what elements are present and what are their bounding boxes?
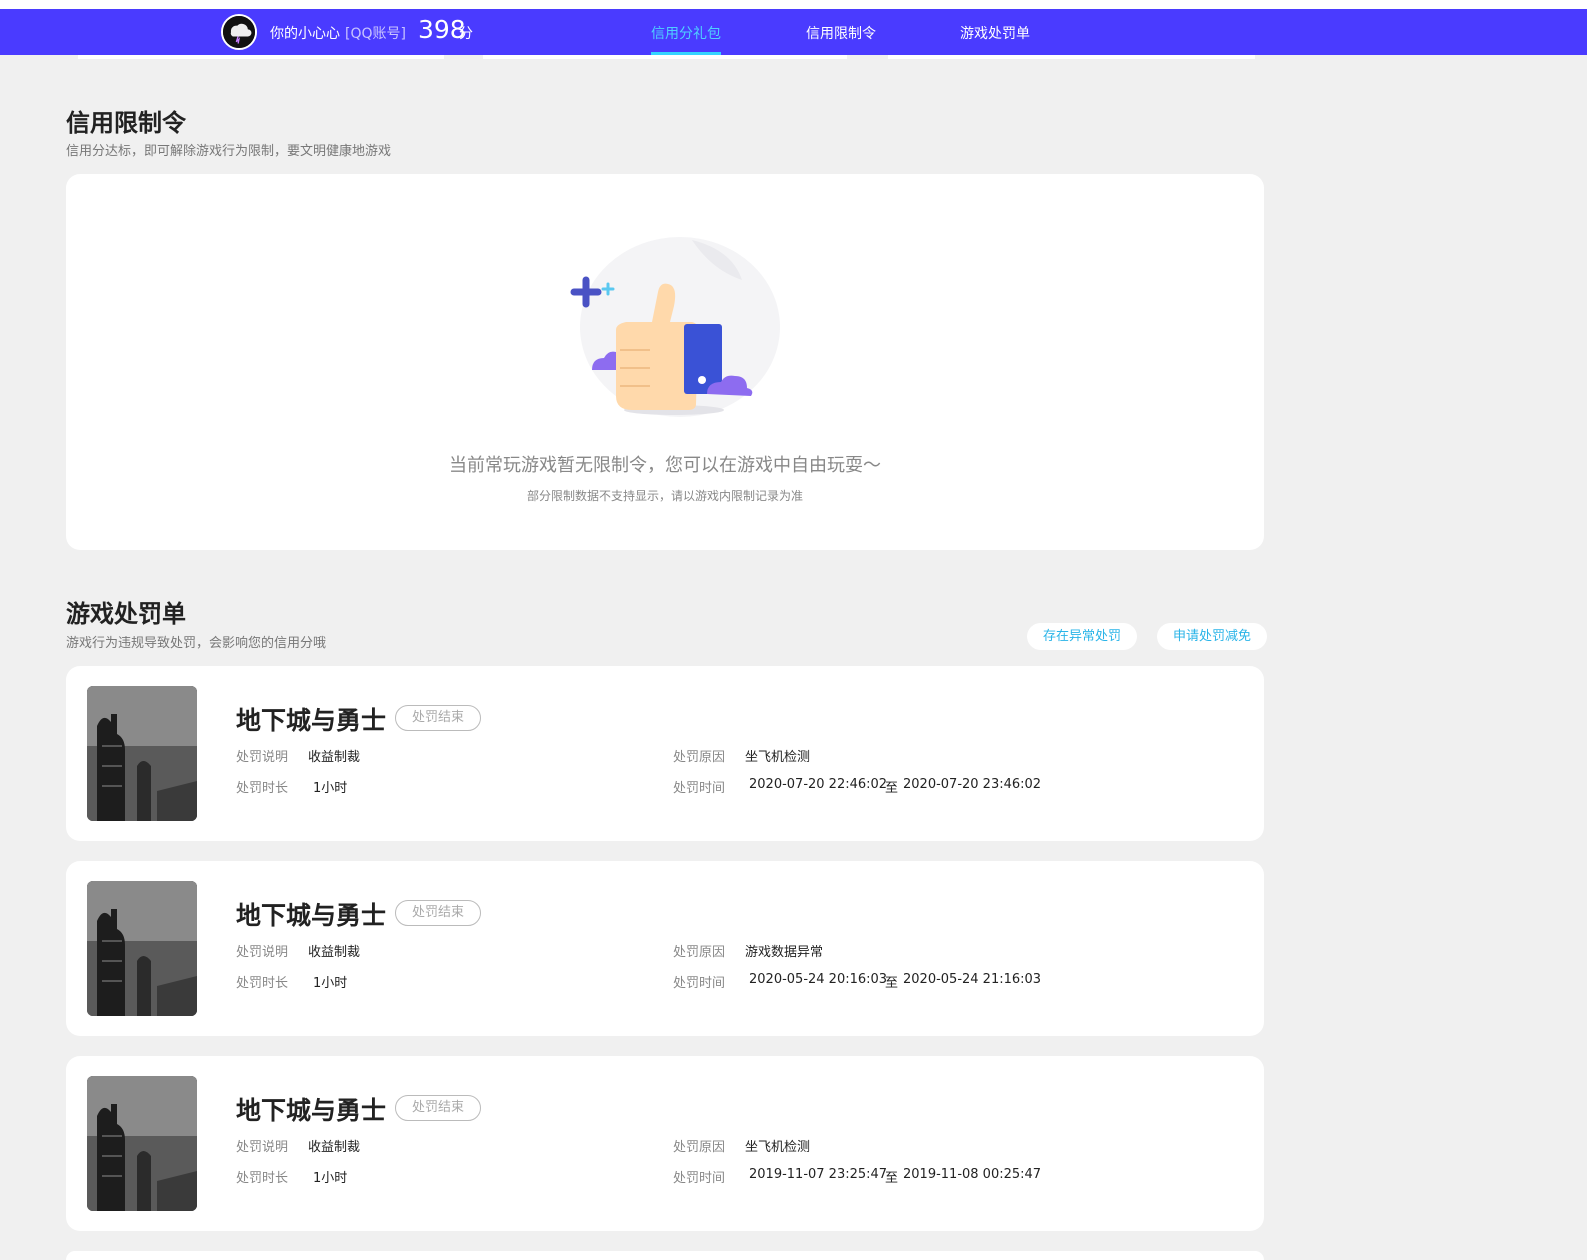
empty-state-note: 部分限制数据不支持显示，请以游戏内限制记录为准	[526, 489, 803, 503]
penalty-desc-label: 处罚说明	[236, 945, 289, 960]
penalty-record-card: 地下城与勇士 处罚结束 处罚说明 收益制裁 处罚时长 1小时 处罚原因 坐飞机检…	[66, 1056, 1264, 1231]
tab-credit-restriction[interactable]: 信用限制令	[806, 23, 876, 43]
penalty-end-time: 2019-11-08 00:25:47	[903, 1167, 1042, 1182]
penalty-start-time: 2020-07-20 22:46:02	[749, 777, 888, 792]
penalty-desc-value: 收益制裁	[308, 945, 361, 960]
penalty-time-separator: 至	[885, 781, 899, 796]
penalty-duration-value: 1小时	[313, 976, 348, 991]
penalty-desc-value: 收益制裁	[308, 1140, 361, 1155]
restriction-title: 信用限制令	[66, 109, 186, 137]
penalty-desc-label: 处罚说明	[236, 1140, 289, 1155]
penalty-record-card: 地下城与勇士 处罚结束 处罚说明 收益制裁 处罚时长 1小时 处罚原因 游戏数据…	[66, 861, 1264, 1036]
penalty-reason-label: 处罚原因	[673, 945, 726, 960]
status-badge: 处罚结束	[395, 1095, 481, 1121]
game-title: 地下城与勇士	[236, 706, 387, 735]
penalty-end-time: 2020-07-20 23:46:02	[903, 777, 1042, 792]
card-strip	[78, 55, 444, 59]
user-nickname: 你的小心心	[270, 26, 340, 42]
penalty-desc-label: 处罚说明	[236, 750, 289, 765]
restriction-subtitle: 信用分达标，即可解除游戏行为限制，要文明健康地游戏	[66, 144, 392, 159]
penalty-duration-label: 处罚时长	[236, 1171, 289, 1186]
credit-score-unit: 分	[459, 26, 473, 42]
penalty-duration-label: 处罚时长	[236, 976, 289, 991]
tab-credit-gift[interactable]: 信用分礼包	[651, 23, 721, 43]
empty-state-message: 当前常玩游戏暂无限制令，您可以在游戏中自由玩耍～	[449, 455, 881, 476]
penalty-time-label: 处罚时间	[673, 976, 726, 991]
game-thumbnail	[87, 686, 197, 821]
penalty-record-card	[66, 1251, 1264, 1260]
game-thumbnail	[87, 881, 197, 1016]
penalty-subtitle: 游戏行为违规导致处罚，会影响您的信用分哦	[66, 636, 327, 651]
tab-game-penalty[interactable]: 游戏处罚单	[960, 23, 1030, 43]
penalty-reason-label: 处罚原因	[673, 1140, 726, 1155]
penalty-duration-value: 1小时	[313, 1171, 348, 1186]
penalty-end-time: 2020-05-24 21:16:03	[903, 972, 1042, 987]
top-navbar: 你的小心心 [QQ账号] 398 分 信用分礼包 信用限制令 游戏处罚单	[0, 9, 1587, 55]
penalty-desc-value: 收益制裁	[308, 750, 361, 765]
status-badge: 处罚结束	[395, 705, 481, 731]
status-badge: 处罚结束	[395, 900, 481, 926]
abnormal-penalty-button[interactable]: 存在异常处罚	[1027, 623, 1137, 650]
penalty-duration-value: 1小时	[313, 781, 348, 796]
card-strip	[483, 55, 847, 59]
avatar[interactable]	[221, 14, 257, 50]
penalty-start-time: 2019-11-07 23:25:47	[749, 1167, 888, 1182]
penalty-time-label: 处罚时间	[673, 781, 726, 796]
penalty-reason-value: 游戏数据异常	[745, 945, 824, 960]
game-title: 地下城与勇士	[236, 1096, 387, 1125]
penalty-time-separator: 至	[885, 1171, 899, 1186]
penalty-record-card: 地下城与勇士 处罚结束 处罚说明 收益制裁 处罚时长 1小时 处罚原因 坐飞机检…	[66, 666, 1264, 841]
penalty-duration-label: 处罚时长	[236, 781, 289, 796]
penalty-time-label: 处罚时间	[673, 1171, 726, 1186]
penalty-time-separator: 至	[885, 976, 899, 991]
restriction-empty-card: 当前常玩游戏暂无限制令，您可以在游戏中自由玩耍～ 部分限制数据不支持显示，请以游…	[66, 174, 1264, 550]
penalty-reason-value: 坐飞机检测	[745, 750, 811, 765]
penalty-start-time: 2020-05-24 20:16:03	[749, 972, 888, 987]
penalty-reason-label: 处罚原因	[673, 750, 726, 765]
thumbs-up-icon	[562, 232, 782, 432]
game-thumbnail	[87, 1076, 197, 1211]
penalty-title: 游戏处罚单	[66, 600, 186, 628]
penalty-reason-value: 坐飞机检测	[745, 1140, 811, 1155]
top-strip	[0, 0, 1587, 9]
apply-penalty-reduction-button[interactable]: 申请处罚减免	[1157, 623, 1267, 650]
account-type-tag: [QQ账号]	[345, 26, 406, 42]
game-title: 地下城与勇士	[236, 901, 387, 930]
card-strip	[888, 55, 1255, 59]
